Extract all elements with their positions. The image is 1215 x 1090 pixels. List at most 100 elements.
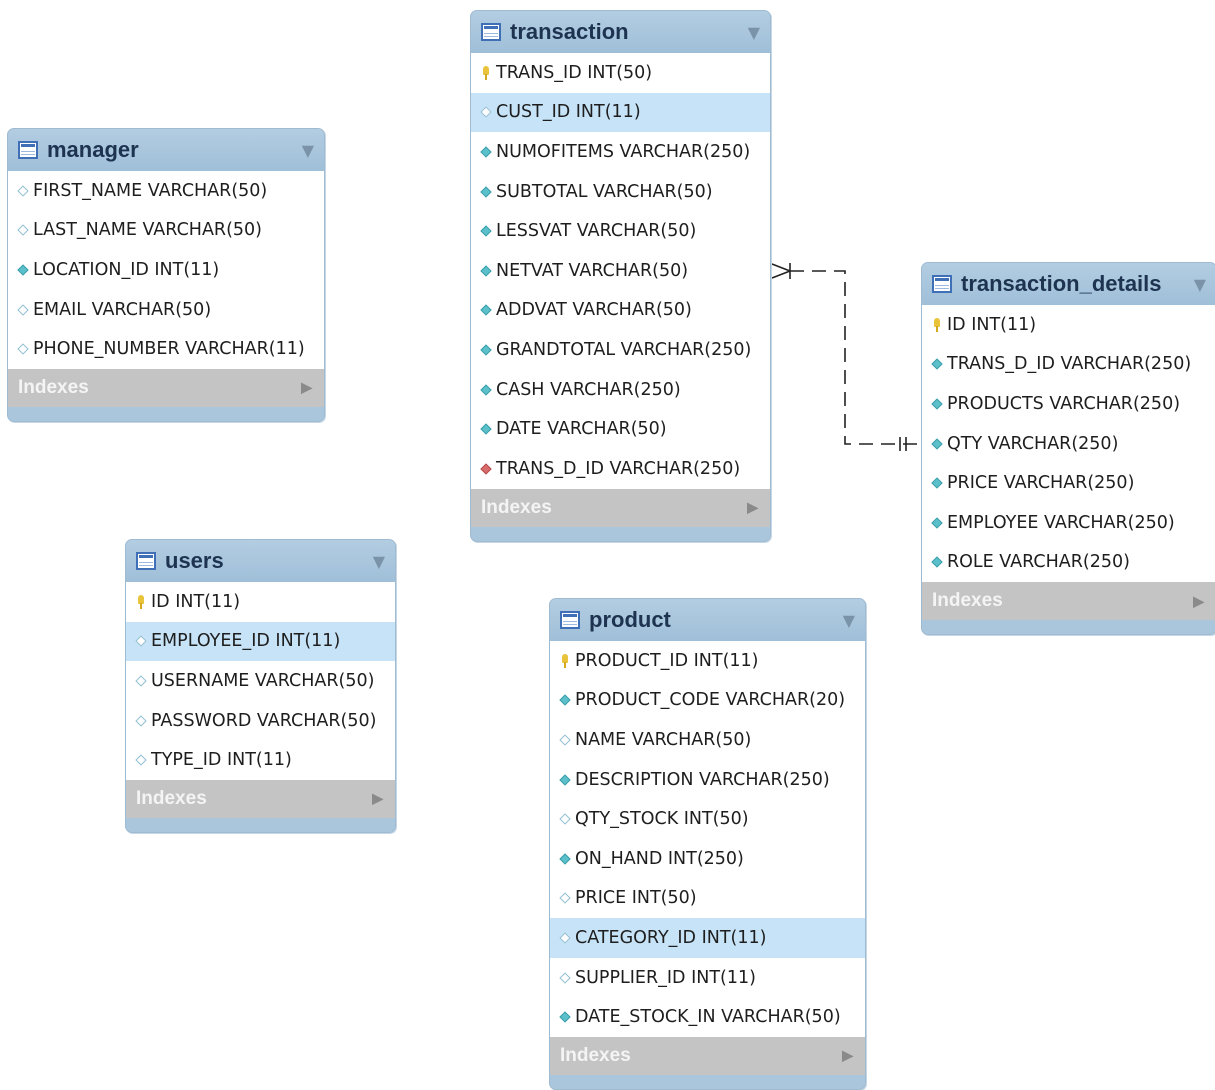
column-row[interactable]: ADDVAT VARCHAR(50) xyxy=(471,291,770,331)
column-row[interactable]: PHONE_NUMBER VARCHAR(11) xyxy=(8,329,324,369)
column-definition: NUMOFITEMS VARCHAR(250) xyxy=(496,141,751,162)
column-row[interactable]: ID INT(11) xyxy=(922,305,1215,345)
column-definition: TRANS_ID INT(50) xyxy=(496,62,653,83)
column-row[interactable]: EMPLOYEE_ID INT(11) xyxy=(126,621,395,662)
column-row[interactable]: DATE_STOCK_IN VARCHAR(50) xyxy=(550,997,865,1037)
column-row[interactable]: PRODUCTS VARCHAR(250) xyxy=(922,384,1215,424)
collapse-arrow-icon[interactable]: ▼ xyxy=(302,141,314,160)
indexes-label: Indexes xyxy=(136,787,207,809)
column-row[interactable]: TRANS_D_ID VARCHAR(250) xyxy=(471,449,770,489)
column-definition: TRANS_D_ID VARCHAR(250) xyxy=(947,354,1192,375)
collapse-arrow-icon[interactable]: ▼ xyxy=(373,552,385,571)
indexes-label: Indexes xyxy=(560,1044,631,1066)
column-diamond-filled-icon xyxy=(480,384,492,396)
column-row[interactable]: FIRST_NAME VARCHAR(50) xyxy=(8,171,324,211)
indexes-section[interactable]: Indexes ▶ xyxy=(126,779,395,818)
table-product[interactable]: product ▼ PRODUCT_ID INT(11) PRODUCT_CODE V… xyxy=(549,598,866,1090)
table-header[interactable]: transaction ▼ xyxy=(471,11,770,53)
column-row[interactable]: QTY_STOCK INT(50) xyxy=(550,799,865,839)
table-header[interactable]: transaction_details ▼ xyxy=(922,263,1215,305)
expand-arrow-icon[interactable]: ▶ xyxy=(842,1047,853,1064)
table-manager[interactable]: manager ▼ FIRST_NAME VARCHAR(50) LAST_NAME … xyxy=(7,128,325,422)
column-row[interactable]: NETVAT VARCHAR(50) xyxy=(471,251,770,291)
column-row[interactable]: ID INT(11) xyxy=(126,582,395,622)
collapse-arrow-icon[interactable]: ▼ xyxy=(748,23,760,42)
column-diamond-filled-icon xyxy=(931,438,943,450)
table-header[interactable]: product ▼ xyxy=(550,599,865,641)
column-row[interactable]: LAST_NAME VARCHAR(50) xyxy=(8,211,324,251)
column-definition: USERNAME VARCHAR(50) xyxy=(151,670,375,691)
table-transaction[interactable]: transaction ▼ TRANS_ID INT(50) CUST_ID INT(… xyxy=(470,10,771,542)
collapse-arrow-icon[interactable]: ▼ xyxy=(843,611,855,630)
column-row[interactable]: DATE VARCHAR(50) xyxy=(471,409,770,449)
column-row[interactable]: SUBTOTAL VARCHAR(50) xyxy=(471,172,770,212)
indexes-section[interactable]: Indexes ▶ xyxy=(471,488,770,527)
table-users[interactable]: users ▼ ID INT(11) EMPLOYEE_ID INT(11) USERN… xyxy=(125,539,396,833)
column-row[interactable]: ON_HAND INT(250) xyxy=(550,839,865,879)
column-definition: TRANS_D_ID VARCHAR(250) xyxy=(496,458,741,479)
foreign-key-diamond-icon xyxy=(480,463,492,475)
indexes-label: Indexes xyxy=(481,496,552,518)
column-row[interactable]: CATEGORY_ID INT(11) xyxy=(550,918,865,958)
column-row[interactable]: PASSWORD VARCHAR(50) xyxy=(126,701,395,741)
column-row[interactable]: DESCRIPTION VARCHAR(250) xyxy=(550,760,865,800)
table-footer xyxy=(471,526,770,541)
table-icon xyxy=(136,552,156,570)
column-diamond-open-icon xyxy=(559,892,571,904)
column-diamond-filled-icon xyxy=(480,423,492,435)
indexes-section[interactable]: Indexes ▶ xyxy=(8,368,324,407)
column-row[interactable]: NUMOFITEMS VARCHAR(250) xyxy=(471,132,770,172)
column-row[interactable]: LESSVAT VARCHAR(50) xyxy=(471,211,770,251)
column-definition: EMPLOYEE VARCHAR(250) xyxy=(947,512,1175,533)
table-header[interactable]: manager ▼ xyxy=(8,129,324,171)
column-diamond-filled-icon xyxy=(931,358,943,370)
relationship-transaction-to-transaction-details[interactable] xyxy=(771,263,920,451)
column-row[interactable]: SUPPLIER_ID INT(11) xyxy=(550,958,865,998)
column-list: FIRST_NAME VARCHAR(50) LAST_NAME VARCHAR(… xyxy=(8,171,324,369)
column-definition: PRODUCT_CODE VARCHAR(20) xyxy=(575,690,846,711)
column-row[interactable]: USERNAME VARCHAR(50) xyxy=(126,661,395,701)
column-definition: PRICE INT(50) xyxy=(575,888,697,909)
column-row[interactable]: TRANS_ID INT(50) xyxy=(471,53,770,93)
indexes-section[interactable]: Indexes ▶ xyxy=(922,582,1215,621)
column-diamond-open-icon xyxy=(17,343,29,355)
column-row[interactable]: EMPLOYEE VARCHAR(250) xyxy=(922,503,1215,543)
column-diamond-filled-icon xyxy=(559,853,571,865)
column-diamond-filled-icon xyxy=(480,304,492,316)
collapse-arrow-icon[interactable]: ▼ xyxy=(1194,275,1206,294)
column-diamond-open-icon xyxy=(559,813,571,825)
column-diamond-filled-icon xyxy=(931,477,943,489)
table-footer xyxy=(8,406,324,421)
column-definition: DESCRIPTION VARCHAR(250) xyxy=(575,769,830,790)
column-definition: LESSVAT VARCHAR(50) xyxy=(496,221,697,242)
column-row[interactable]: TRANS_D_ID VARCHAR(250) xyxy=(922,345,1215,385)
column-row[interactable]: QTY VARCHAR(250) xyxy=(922,424,1215,464)
column-row[interactable]: PRICE VARCHAR(250) xyxy=(922,463,1215,503)
expand-arrow-icon[interactable]: ▶ xyxy=(1193,593,1204,610)
table-name: transaction_details xyxy=(961,271,1162,296)
table-transaction-details[interactable]: transaction_details ▼ ID INT(11) TRANS_D_ID… xyxy=(921,262,1215,636)
column-row[interactable]: EMAIL VARCHAR(50) xyxy=(8,290,324,330)
column-row[interactable]: PRODUCT_CODE VARCHAR(20) xyxy=(550,681,865,721)
table-name: manager xyxy=(47,137,139,162)
column-row[interactable]: CASH VARCHAR(250) xyxy=(471,370,770,410)
column-row[interactable]: NAME VARCHAR(50) xyxy=(550,720,865,760)
column-row[interactable]: GRANDTOTAL VARCHAR(250) xyxy=(471,330,770,370)
column-definition: NAME VARCHAR(50) xyxy=(575,729,752,750)
column-row[interactable]: TYPE_ID INT(11) xyxy=(126,740,395,780)
column-row[interactable]: PRODUCT_ID INT(11) xyxy=(550,641,865,681)
table-header[interactable]: users ▼ xyxy=(126,540,395,582)
column-row[interactable]: PRICE INT(50) xyxy=(550,879,865,919)
indexes-section[interactable]: Indexes ▶ xyxy=(550,1036,865,1075)
expand-arrow-icon[interactable]: ▶ xyxy=(747,499,758,516)
column-definition: EMPLOYEE_ID INT(11) xyxy=(151,631,341,652)
column-row[interactable]: ROLE VARCHAR(250) xyxy=(922,543,1215,583)
column-definition: PASSWORD VARCHAR(50) xyxy=(151,710,377,731)
column-diamond-filled-icon xyxy=(480,225,492,237)
column-row[interactable]: CUST_ID INT(11) xyxy=(471,92,770,133)
column-diamond-open-icon xyxy=(559,932,571,944)
column-row[interactable]: LOCATION_ID INT(11) xyxy=(8,250,324,290)
expand-arrow-icon[interactable]: ▶ xyxy=(301,379,312,396)
column-list: PRODUCT_ID INT(11) PRODUCT_CODE VARCHAR(2… xyxy=(550,641,865,1037)
expand-arrow-icon[interactable]: ▶ xyxy=(372,790,383,807)
